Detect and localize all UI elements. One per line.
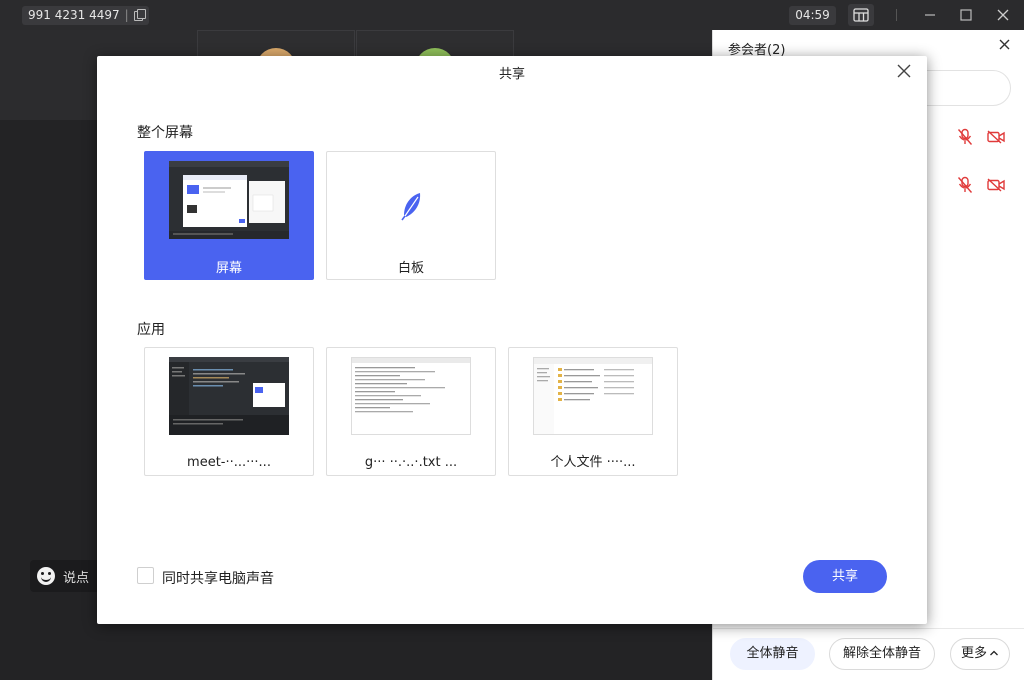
camera-off-icon[interactable] bbox=[987, 178, 1005, 192]
share-audio-label[interactable]: 同时共享电脑声音 bbox=[162, 568, 274, 588]
share-dialog: 共享 整个屏幕 屏幕 白板 应用 meet-··...···... g··· ·… bbox=[97, 56, 927, 624]
layout-button[interactable] bbox=[848, 4, 874, 26]
close-icon bbox=[999, 39, 1010, 50]
minimize-button[interactable] bbox=[920, 5, 940, 25]
dialog-title: 共享 bbox=[498, 67, 525, 82]
mic-off-icon[interactable] bbox=[957, 176, 973, 194]
more-label: 更多 bbox=[960, 646, 987, 661]
app-thumbnail bbox=[169, 357, 289, 435]
copy-icon[interactable] bbox=[133, 8, 146, 21]
chat-placeholder: 说点 bbox=[63, 570, 90, 586]
title-bar: 991 4231 4497 | 04:59 bbox=[0, 0, 1024, 30]
share-button[interactable]: 共享 bbox=[803, 560, 887, 593]
close-dialog-button[interactable] bbox=[895, 62, 913, 80]
participants-footer: 全体静音 解除全体静音 更多 bbox=[713, 628, 1024, 680]
maximize-button[interactable] bbox=[956, 5, 976, 25]
chevron-up-icon bbox=[990, 650, 998, 656]
maximize-icon bbox=[960, 9, 972, 21]
share-screen-card[interactable]: 屏幕 bbox=[144, 151, 314, 280]
unmute-all-button[interactable]: 解除全体静音 bbox=[829, 638, 935, 670]
share-app-card[interactable]: g··· ··.·..·.txt ... bbox=[326, 347, 496, 476]
share-audio-checkbox[interactable] bbox=[137, 567, 154, 584]
app-thumbnail bbox=[351, 357, 471, 435]
meeting-timer: 04:59 bbox=[789, 6, 836, 25]
close-window-button[interactable] bbox=[993, 5, 1013, 25]
window-controls-divider bbox=[896, 9, 897, 21]
camera-off-icon[interactable] bbox=[987, 130, 1005, 144]
share-app-card[interactable]: 个人文件 ····... bbox=[508, 347, 678, 476]
close-panel-button[interactable] bbox=[999, 38, 1010, 54]
card-label: g··· ··.·..·.txt ... bbox=[364, 455, 458, 470]
section-title-screen: 整个屏幕 bbox=[137, 125, 193, 141]
section-title-apps: 应用 bbox=[137, 322, 165, 338]
mic-off-icon[interactable] bbox=[957, 128, 973, 146]
close-icon bbox=[897, 64, 911, 78]
card-label: 白板 bbox=[397, 261, 424, 276]
mute-all-button[interactable]: 全体静音 bbox=[730, 638, 815, 670]
share-app-card[interactable]: meet-··...···... bbox=[144, 347, 314, 476]
feather-icon bbox=[401, 193, 421, 221]
meeting-id-badge[interactable]: 991 4231 4497 | bbox=[22, 6, 149, 25]
emoji-icon[interactable] bbox=[37, 567, 55, 585]
close-icon bbox=[997, 9, 1009, 21]
layout-icon bbox=[853, 8, 869, 22]
meeting-id-text: 991 4231 4497 bbox=[28, 8, 120, 22]
card-label: 屏幕 bbox=[215, 261, 242, 276]
share-whiteboard-card[interactable]: 白板 bbox=[326, 151, 496, 280]
app-thumbnail bbox=[533, 357, 653, 435]
more-button[interactable]: 更多 bbox=[950, 638, 1010, 670]
minimize-icon bbox=[925, 14, 935, 16]
card-label: 个人文件 ····... bbox=[550, 455, 636, 470]
card-label: meet-··...···... bbox=[187, 455, 271, 470]
screen-thumbnail bbox=[169, 161, 289, 239]
